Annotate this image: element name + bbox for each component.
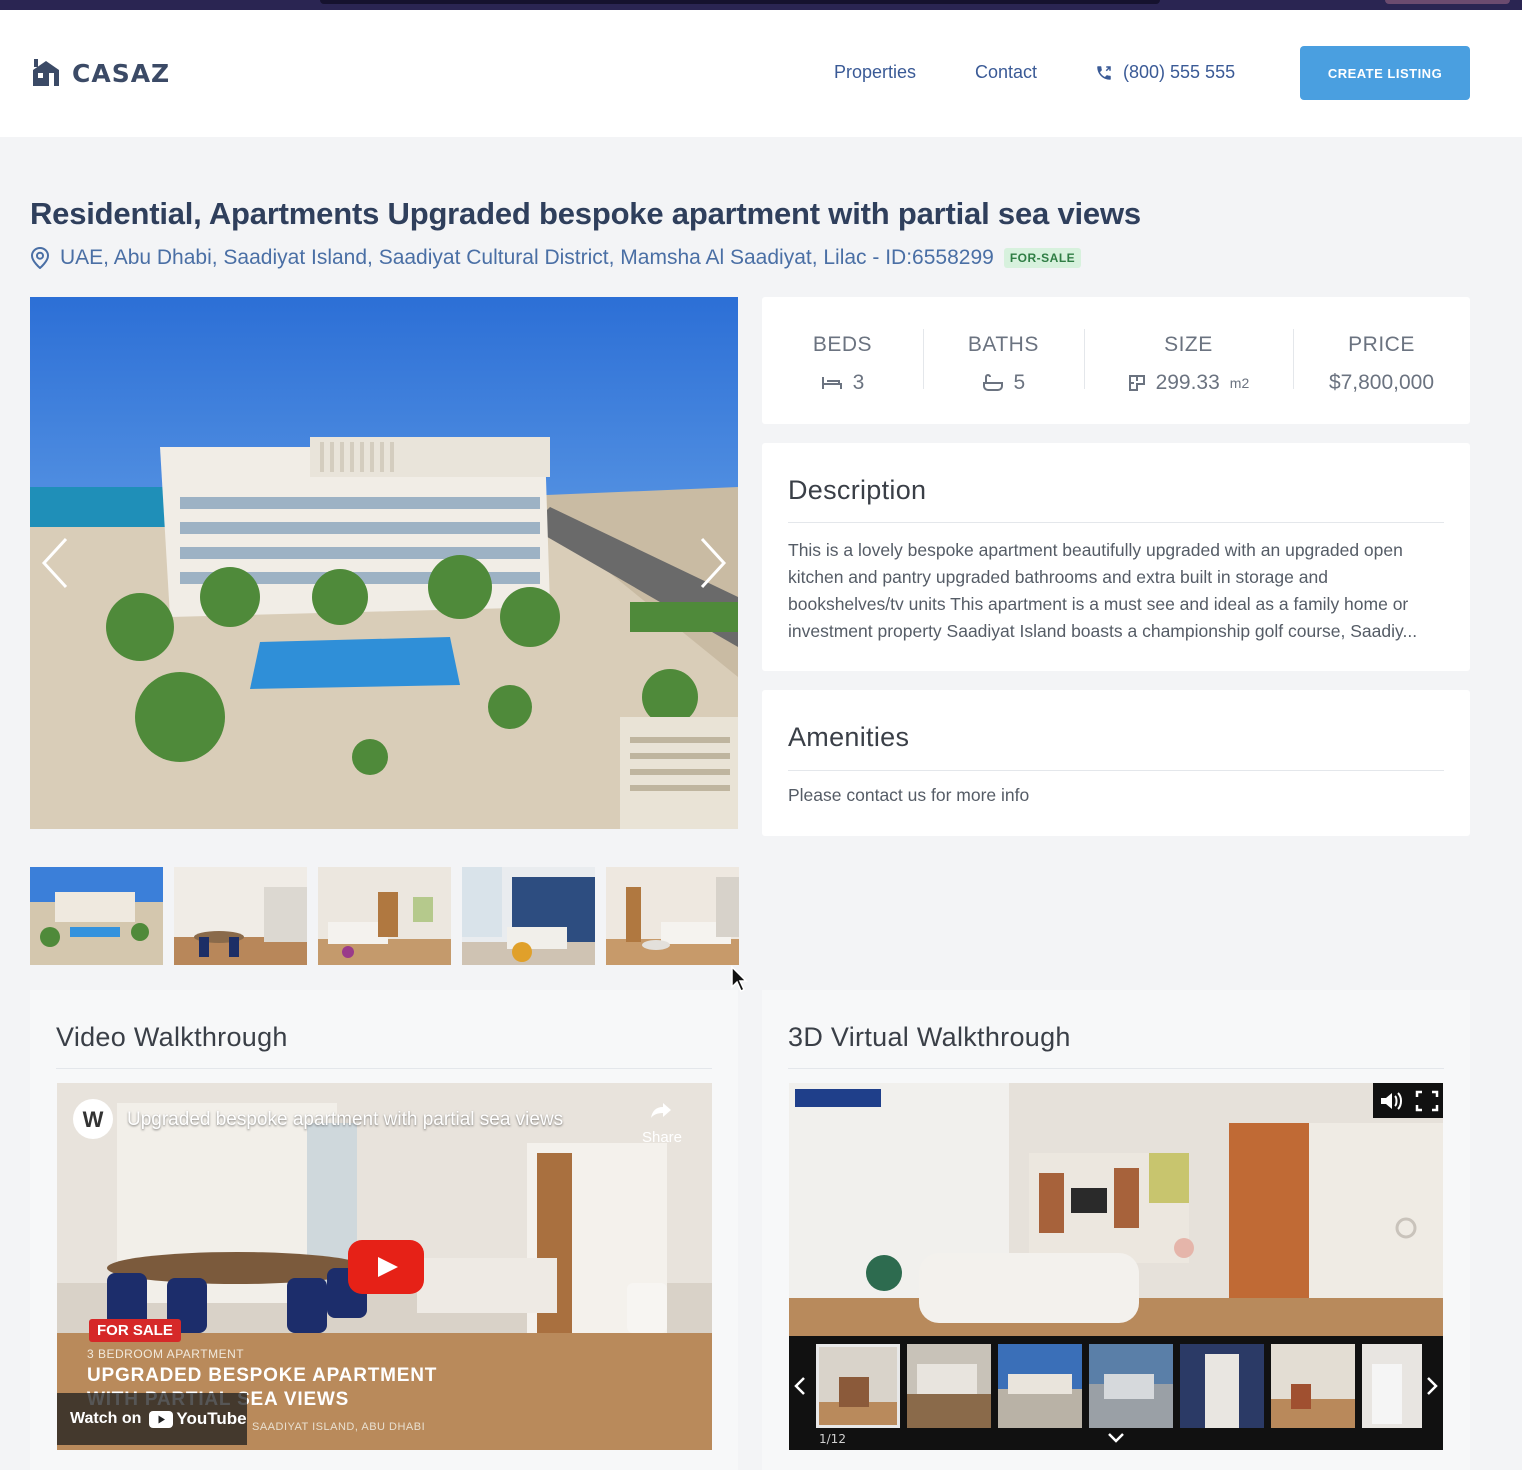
bed-icon (821, 376, 842, 389)
fullscreen-icon[interactable] (1415, 1090, 1439, 1112)
photo-thumbnail[interactable] (462, 867, 595, 965)
photo-thumbnail[interactable] (30, 867, 163, 965)
photo-thumbnails (30, 867, 739, 965)
brand-name: CASAZ (72, 58, 171, 88)
price-label: PRICE (1348, 332, 1415, 356)
virtual-tour-viewer[interactable]: 1/12 (789, 1083, 1443, 1450)
divider (788, 1068, 1444, 1069)
share-label[interactable]: Share (642, 1129, 682, 1146)
floorplan-icon (1128, 374, 1145, 391)
description-text: This is a lovely bespoke apartment beaut… (788, 540, 1418, 641)
youtube-wordmark: YouTube (176, 1409, 247, 1428)
youtube-logo: YouTube (149, 1409, 247, 1429)
create-listing-button[interactable]: CREATE LISTING (1300, 46, 1470, 100)
chevron-down-icon[interactable] (1107, 1432, 1125, 1444)
svg-text:W: W (83, 1107, 104, 1132)
logo-house-icon (33, 59, 59, 86)
stat-beds: BEDS 3 (762, 297, 923, 424)
size-label: SIZE (1164, 332, 1213, 356)
amenities-text: Please contact us for more info (788, 785, 1030, 805)
tour-scene-thumbnail[interactable] (1362, 1344, 1422, 1428)
tour-scene-thumbnail[interactable] (998, 1344, 1082, 1428)
brand-logo[interactable]: CASAZ (30, 58, 170, 88)
nav-properties[interactable]: Properties (834, 62, 916, 83)
virtual-tour-title: 3D Virtual Walkthrough (788, 1022, 1071, 1052)
tour-panorama (789, 1083, 1443, 1336)
baths-value: 5 (1013, 370, 1026, 394)
photo-thumbnail[interactable] (174, 867, 307, 965)
divider (788, 770, 1444, 771)
video-overlay-location: SAADIYAT ISLAND, ABU DHABI (252, 1421, 426, 1433)
chevron-left-icon[interactable] (793, 1376, 807, 1396)
tour-scene-thumbnail[interactable] (1180, 1344, 1264, 1428)
size-value: 299.33 (1155, 370, 1220, 394)
amenities-title: Amenities (788, 722, 910, 752)
virtual-tour-section: 3D Virtual Walkthrough 1/12 (762, 990, 1470, 1470)
chevron-right-icon[interactable] (1425, 1376, 1439, 1396)
beds-label: BEDS (812, 332, 873, 356)
watch-on-youtube-button[interactable]: Watch on YouTube (57, 1393, 247, 1445)
photo-thumbnail[interactable] (318, 867, 451, 965)
chevron-left-icon[interactable] (40, 535, 70, 591)
description-card: Description This is a lovely bespoke apa… (762, 443, 1470, 671)
phone-number: (800) 555 555 (1123, 62, 1236, 82)
video-walkthrough-title: Video Walkthrough (56, 1022, 288, 1052)
price-value: $7,800,000 (1328, 370, 1435, 394)
tour-scene-thumbnail[interactable] (1089, 1344, 1173, 1428)
phone-icon (1097, 65, 1111, 80)
description-title: Description (788, 475, 927, 505)
photo-thumbnail[interactable] (606, 867, 739, 965)
tour-scene-thumbnail[interactable] (907, 1344, 991, 1428)
baths-label: BATHS (967, 332, 1039, 356)
for-sale-badge: FOR SALE (89, 1319, 181, 1342)
phone-link[interactable]: (800) 555 555 (1095, 62, 1235, 83)
volume-icon[interactable] (1379, 1090, 1403, 1112)
beds-value: 3 (852, 370, 865, 394)
location-pin-icon (30, 247, 50, 269)
tour-controls (1373, 1083, 1443, 1118)
browser-tab-pill (1385, 0, 1510, 4)
stats-card: BEDS 3 BATHS 5 SIZE 299.33 m2 PRICE $7,8… (762, 297, 1470, 424)
divider (788, 522, 1444, 523)
video-overlay-subtitle: 3 BEDROOM APARTMENT (87, 1347, 245, 1361)
chevron-right-icon[interactable] (698, 535, 728, 591)
page-title: Residential, Apartments Upgraded bespoke… (30, 196, 1141, 231)
size-unit: m2 (1229, 374, 1250, 391)
video-walkthrough-section: Video Walkthrough W Upgraded bespoke apa… (30, 990, 738, 1470)
nav-contact[interactable]: Contact (975, 62, 1037, 83)
youtube-icon (149, 1410, 174, 1428)
bath-icon (982, 373, 1003, 391)
tour-scene-thumbnail[interactable] (816, 1344, 900, 1428)
browser-tab-strip (320, 0, 1160, 4)
video-embed-title[interactable]: Upgraded bespoke apartment with partial … (127, 1109, 563, 1131)
main-photo-carousel[interactable] (30, 297, 738, 829)
site-header: CASAZ Properties Contact (800) 555 555 C… (0, 10, 1522, 137)
divider (56, 1068, 712, 1069)
youtube-embed[interactable]: W Upgraded bespoke apartment with partia… (57, 1083, 712, 1450)
play-icon (378, 1257, 398, 1277)
stat-baths: BATHS 5 (922, 297, 1084, 424)
play-button[interactable] (348, 1240, 424, 1294)
amenities-card: Amenities Please contact us for more inf… (762, 690, 1470, 836)
mouse-cursor-icon (731, 965, 748, 993)
watch-on-label: Watch on (70, 1410, 142, 1427)
share-icon[interactable] (650, 1101, 672, 1119)
video-overlay-heading: UPGRADED BESPOKE APARTMENT (87, 1365, 438, 1386)
address-text: UAE, Abu Dhabi, Saadiyat Island, Saadiya… (60, 246, 994, 269)
tour-thumbnail-strip: 1/12 (789, 1336, 1443, 1450)
tour-scene-thumbnail[interactable] (1271, 1344, 1355, 1428)
main-photo (30, 297, 738, 829)
stat-size: SIZE 299.33 m2 (1083, 297, 1293, 424)
status-badge: FOR-SALE (1003, 248, 1082, 268)
browser-top-bar (0, 0, 1522, 10)
listing-address: UAE, Abu Dhabi, Saadiyat Island, Saadiya… (30, 246, 1082, 270)
tour-scene-counter: 1/12 (819, 1432, 846, 1446)
stat-price: PRICE $7,800,000 (1293, 297, 1470, 424)
